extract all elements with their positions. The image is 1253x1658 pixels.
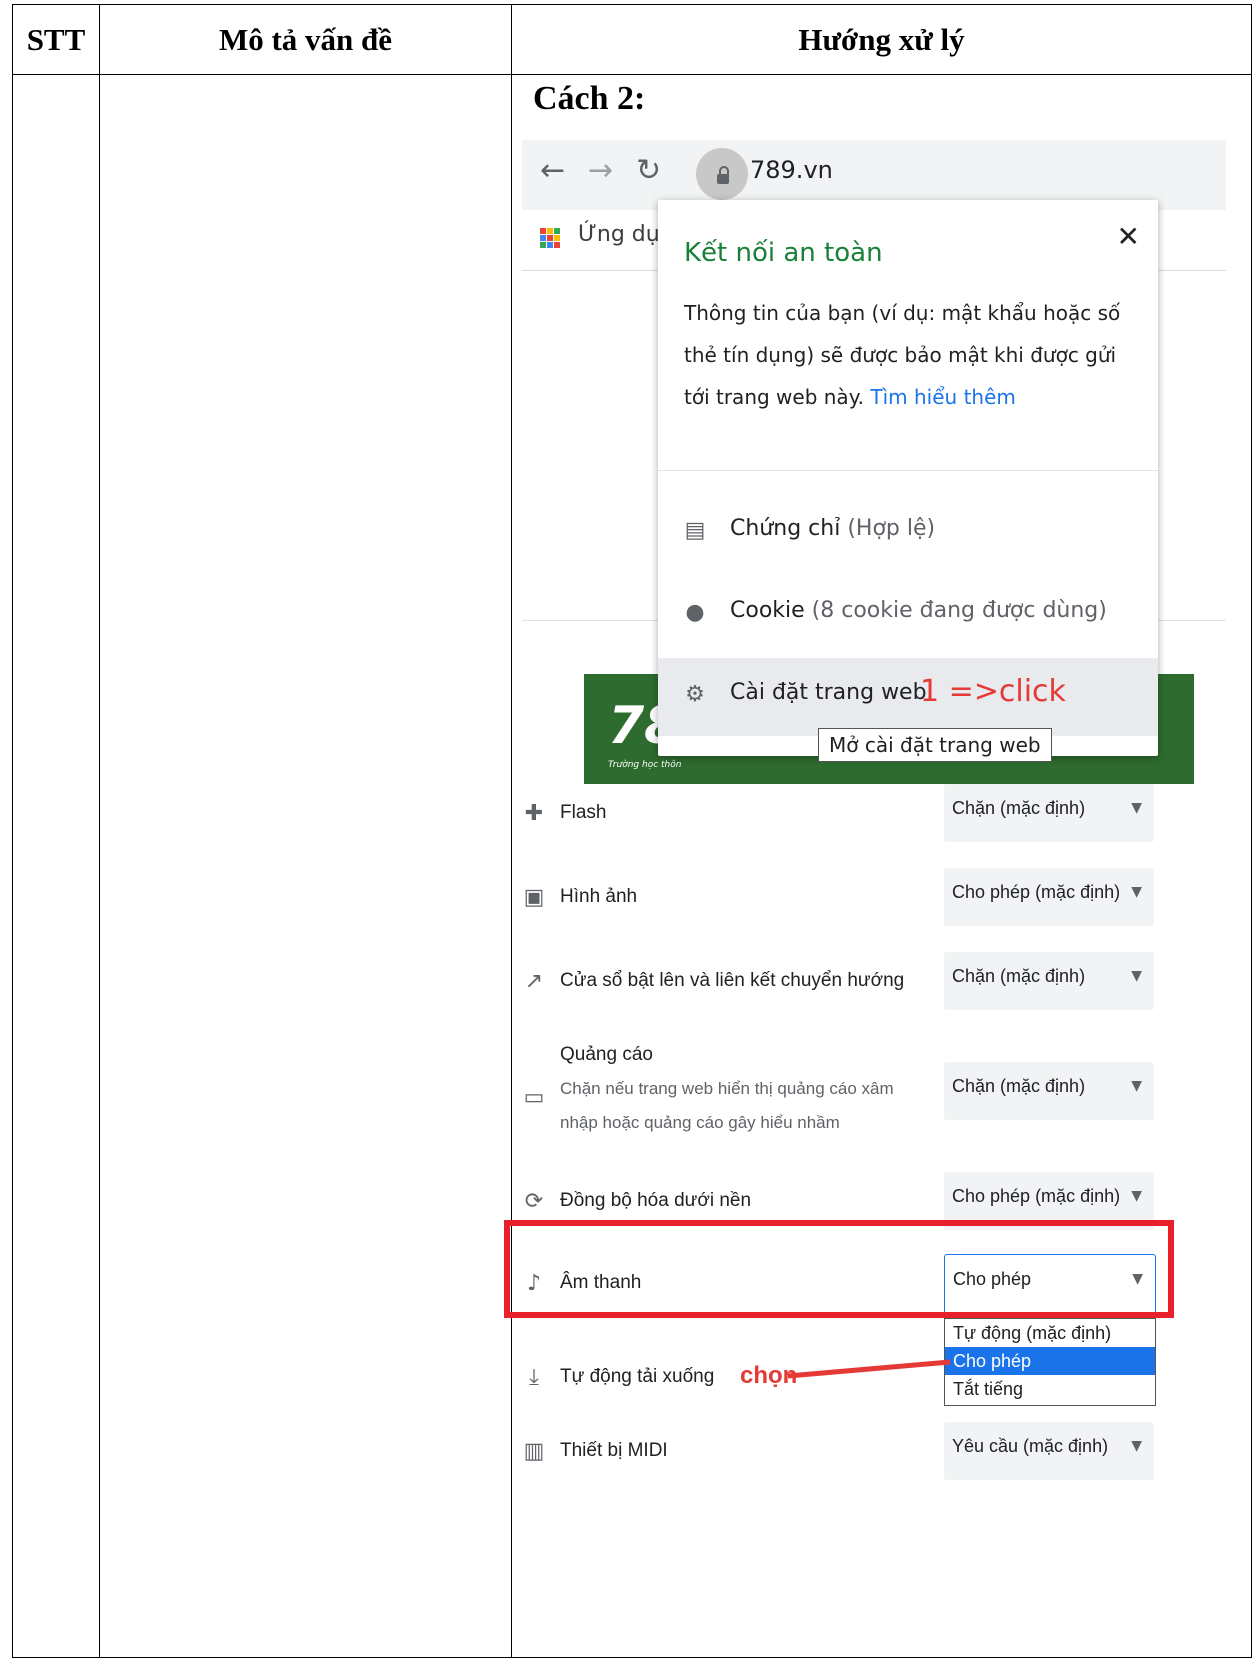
header-stt: STT — [12, 4, 100, 75]
cell-stt — [12, 74, 100, 1658]
header-solution: Hướng xử lý — [511, 4, 1252, 75]
embedded-screenshot: ← → ↻ 789.vn Ứng dụng 789.v Trường học t… — [504, 140, 1226, 1640]
step-title: Cách 2: — [533, 80, 646, 117]
header-description: Mô tả vấn đề — [99, 4, 512, 75]
cell-description — [99, 74, 512, 1658]
choose-annotation: chọn — [740, 1362, 798, 1389]
annotation-arrow-line — [787, 1359, 951, 1379]
table-header-row: STT Mô tả vấn đề Hướng xử lý — [12, 4, 1252, 75]
annotation-arrow — [787, 1359, 951, 1379]
